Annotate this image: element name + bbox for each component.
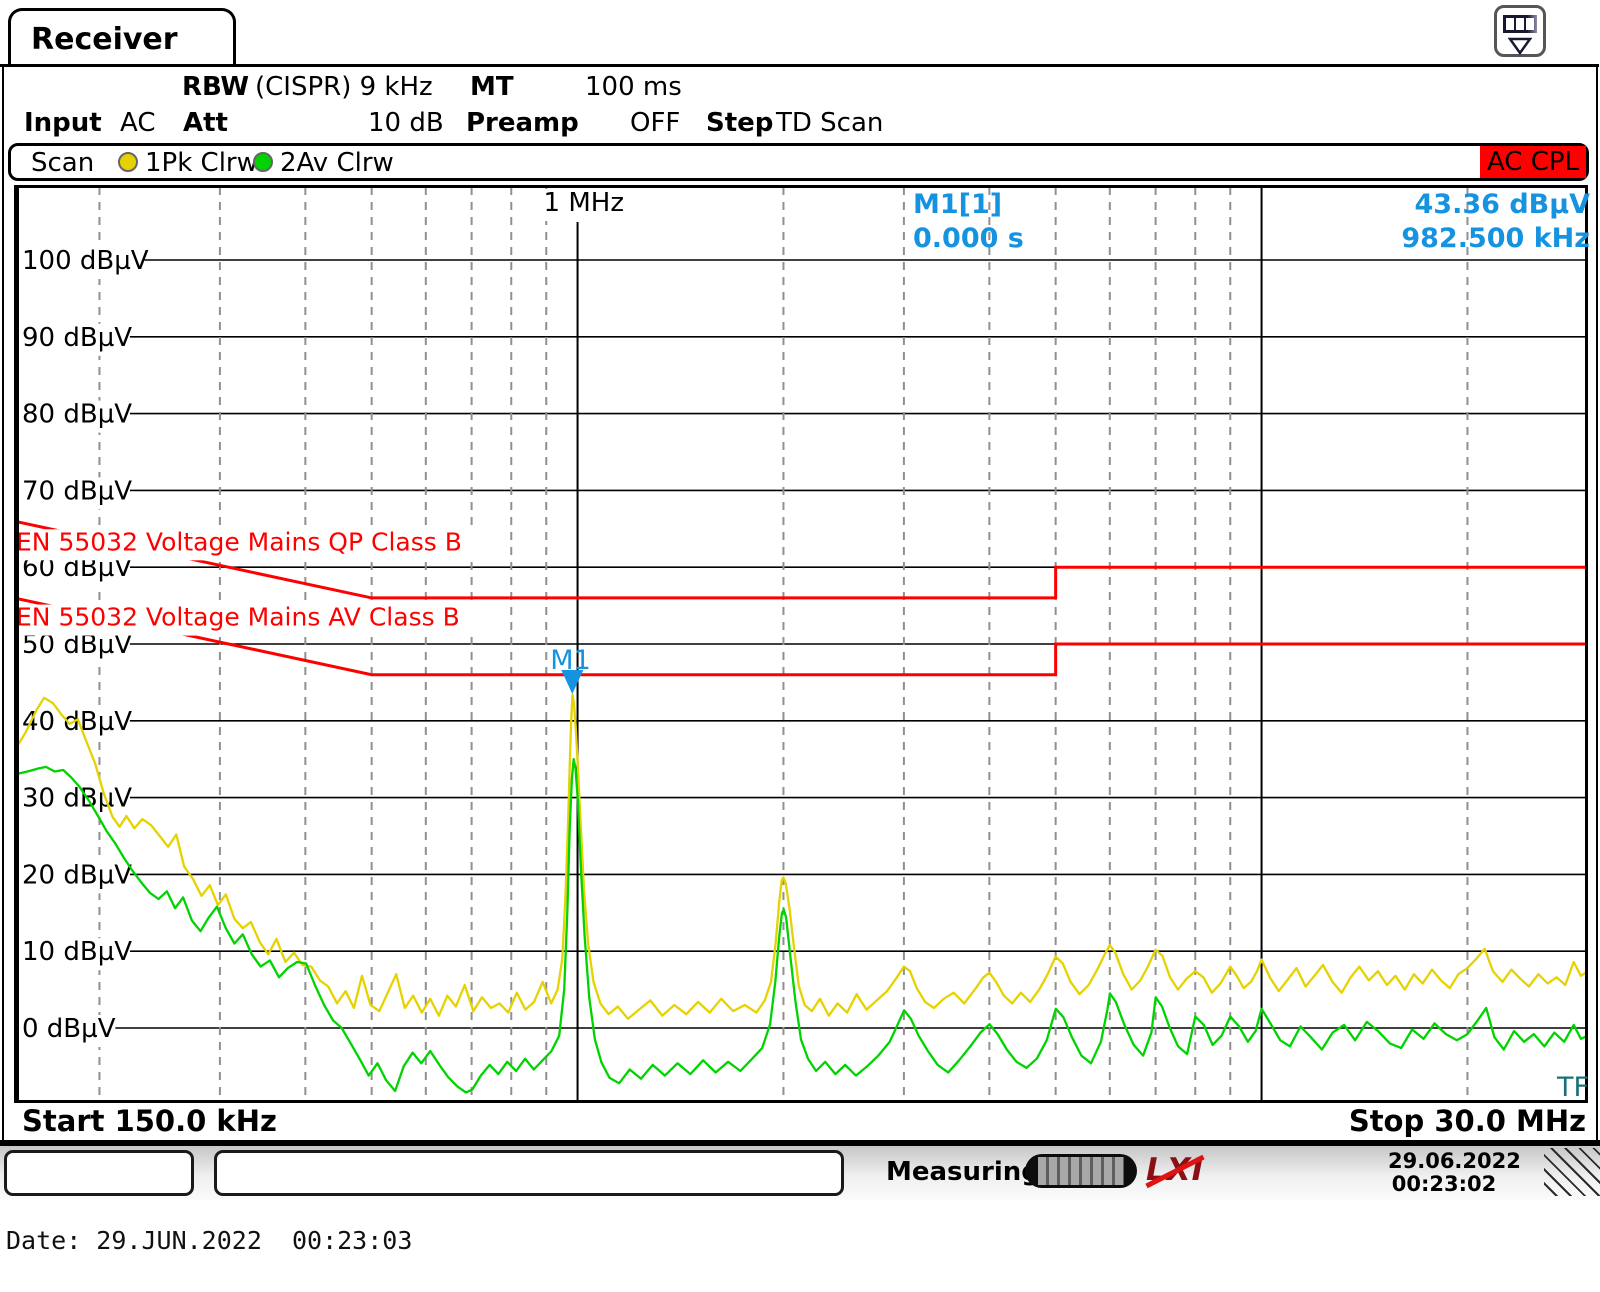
trace-1-label: 1Pk Clrw (145, 148, 258, 178)
marker-frequency: 982.500 kHz (1401, 223, 1590, 254)
print-date-line: Date: 29.JUN.2022 00:23:03 (6, 1226, 412, 1255)
input-label: Input (24, 108, 102, 138)
att-label: Att (183, 108, 228, 138)
step-value: TD Scan (776, 108, 883, 138)
status-bar: Measuring... LXI 29.06.2022 00:23:02 (0, 1146, 1600, 1200)
ac-coupling-badge: AC CPL (1480, 146, 1586, 178)
plot-label: 0 dBµV (22, 1014, 116, 1044)
lxi-logo-icon: LXI (1146, 1152, 1208, 1192)
trace-2-label: 2Av Clrw (280, 148, 394, 178)
window-right-border (1596, 64, 1598, 1200)
clock-readout: 29.06.2022 00:23:02 (1388, 1150, 1500, 1196)
marker-time: 0.000 s (913, 223, 1024, 254)
tab-receiver[interactable]: Receiver (8, 8, 236, 64)
softkey-slot-1 (4, 1150, 194, 1196)
preamp-value: OFF (630, 108, 680, 138)
mt-value: 100 ms (585, 72, 682, 102)
start-frequency-label: Start 150.0 kHz (22, 1104, 277, 1138)
display-toolbar-icon (1503, 15, 1537, 33)
plot-label: EN 55032 Voltage Mains AV Class B (16, 603, 460, 632)
rbw-label: RBW (182, 72, 249, 102)
window-left-border (2, 64, 4, 1200)
input-value: AC (120, 108, 155, 138)
mt-label: MT (470, 72, 514, 102)
status-date: 29.06.2022 (1388, 1150, 1500, 1173)
status-time: 00:23:02 (1388, 1173, 1500, 1196)
step-label: Step (706, 108, 773, 138)
plot-label: 40 dBµV (22, 707, 132, 737)
plot-label: 90 dBµV (22, 323, 132, 353)
spectrum-plot-svg: 100 dBµV90 dBµV80 dBµV70 dBµV60 dBµV50 d… (14, 185, 1588, 1103)
header-divider (0, 64, 1599, 67)
marker-level: 43.36 dBµV (1415, 189, 1590, 220)
scan-title: Scan (31, 148, 94, 178)
stop-frequency-label: Stop 30.0 MHz (1349, 1104, 1586, 1138)
softkey-slot-2 (214, 1150, 844, 1196)
plot-label: 70 dBµV (22, 476, 132, 506)
display-menu-button[interactable] (1494, 5, 1546, 57)
tab-receiver-label: Receiver (31, 22, 178, 57)
rbw-value: (CISPR) 9 kHz (255, 72, 433, 102)
progress-bar (1025, 1154, 1137, 1188)
preamp-label: Preamp (466, 108, 579, 138)
spectrum-plot: 100 dBµV90 dBµV80 dBµV70 dBµV60 dBµV50 d… (14, 185, 1588, 1103)
transducer-factor-label: TF (1557, 1072, 1589, 1103)
instrument-screen: Receiver RBW (CISPR) 9 kHz MT 100 ms Inp… (0, 0, 1600, 1292)
plot-label: EN 55032 Voltage Mains QP Class B (16, 527, 462, 556)
plot-label: 10 dBµV (22, 937, 132, 967)
trace-1-peak-dot-icon (118, 152, 138, 172)
plot-label: 100 dBµV (22, 246, 149, 276)
plot-label: 20 dBµV (22, 860, 132, 890)
progress-segments (1038, 1157, 1124, 1185)
plot-label: 30 dBµV (22, 784, 132, 814)
plot-label: 80 dBµV (22, 400, 132, 430)
trace-2-average-dot-icon (253, 152, 273, 172)
marker-m1-label: M1 (550, 645, 590, 676)
resize-grip-icon (1544, 1148, 1600, 1196)
marker-name: M1[1] (913, 189, 1002, 220)
chevron-down-icon (1507, 37, 1533, 55)
scan-bar: Scan 1Pk Clrw 2Av Clrw AC CPL (8, 143, 1589, 181)
plot-label: 1 MHz (544, 188, 624, 218)
att-value: 10 dB (368, 108, 444, 138)
